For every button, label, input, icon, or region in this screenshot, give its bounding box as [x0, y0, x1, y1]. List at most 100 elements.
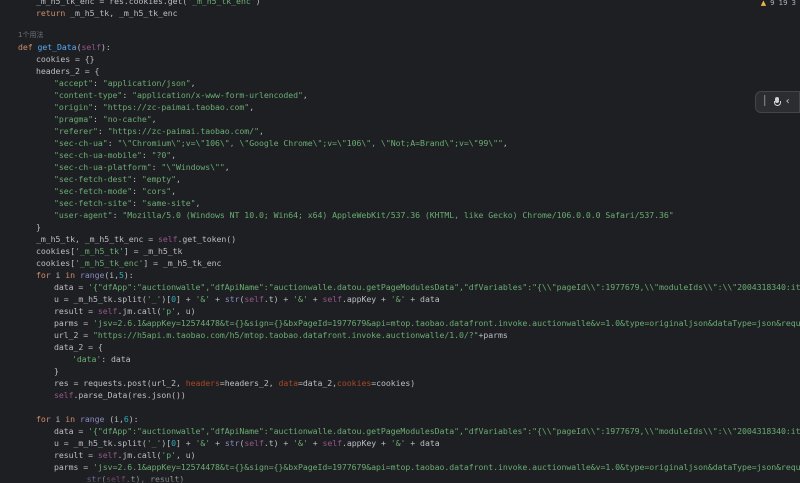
code-line[interactable]: u = _m_h5_tk.split('_')[0] + '&' + str(s…: [54, 293, 440, 305]
code-line[interactable]: parms = 'jsv=2.6.1&appKey=12574478&t={}&…: [54, 461, 800, 473]
code-token: .jm.call(: [117, 306, 162, 316]
code-token: '_': [146, 438, 162, 448]
code-token: =cookies): [371, 378, 416, 388]
code-token: headers: [185, 378, 220, 388]
code-token: "sec-ch-ua-mobile": [54, 150, 142, 160]
code-token: '_m_h5_tk': [75, 246, 124, 256]
code-token: + data: [405, 438, 440, 448]
code-token: 'jsv=2.6.1&appKey=12574478&t={}&sign={}&…: [93, 318, 800, 328]
code-token: =data_2,: [298, 378, 338, 388]
code-token: .appKey +: [341, 438, 391, 448]
code-token: ] = _m_h5_tk_enc: [143, 258, 222, 268]
code-line[interactable]: return _m_h5_tk, _m_h5_tk_enc: [36, 7, 178, 19]
code-editor[interactable]: ▲ 9 19 3 1个用法 _m_h5_tk_enc = res.cookies…: [0, 0, 800, 483]
code-token: '&': [293, 294, 308, 304]
code-token: range: [79, 414, 110, 424]
code-line[interactable]: cookies['_m_h5_tk_enc'] = _m_h5_tk_enc: [36, 257, 221, 269]
code-line[interactable]: "origin": "https://zc-paimai.taobao.com"…: [54, 101, 254, 113]
code-token: }: [54, 366, 59, 376]
code-token: )[: [161, 438, 172, 448]
code-line[interactable]: result = self.jm.call('p', u): [54, 305, 196, 317]
code-line[interactable]: u = _m_h5_tk.split('_')[0] + '&' + str(s…: [54, 437, 440, 449]
code-token: :: [132, 186, 142, 196]
code-token: self: [81, 42, 101, 52]
code-token: self: [106, 474, 126, 483]
code-token: result =: [54, 450, 98, 460]
code-line[interactable]: result = self.jm.call('p', u): [54, 449, 196, 461]
code-token: :: [132, 174, 142, 184]
code-token: i: [55, 414, 66, 424]
code-token: cookies[: [36, 246, 76, 256]
code-line[interactable]: str(self.t), result): [72, 473, 185, 483]
code-token: data =: [54, 426, 89, 436]
code-line[interactable]: "sec-fetch-site": "same-site",: [54, 197, 200, 209]
code-line[interactable]: "user-agent": "Mozilla/5.0 (Windows NT 1…: [54, 209, 674, 221]
code-token: _m_h5_tk, _m_h5_tk_enc: [70, 8, 178, 18]
code-token: ,: [171, 186, 177, 196]
code-line[interactable]: }: [54, 365, 59, 377]
code-line[interactable]: url_2 = "https://h5api.m.taobao.com/h5/m…: [54, 329, 508, 341]
code-token: :: [151, 162, 162, 172]
code-line[interactable]: "content-type": "application/x-www-form-…: [54, 89, 308, 101]
more-icon[interactable]: ‹: [786, 97, 790, 107]
code-token: parms =: [54, 462, 94, 472]
code-token: ,: [502, 138, 508, 148]
usage-hint[interactable]: 1个用法: [18, 30, 43, 40]
code-token: "same-site": [141, 198, 196, 208]
code-token: "content-type": [54, 90, 123, 100]
code-line[interactable]: "sec-fetch-dest": "empty",: [54, 173, 181, 185]
code-token: +: [210, 294, 225, 304]
code-line[interactable]: res = requests.post(url_2, headers=heade…: [54, 377, 415, 389]
code-token: '_m_h5_tk_enc': [187, 0, 256, 6]
code-token: '&': [390, 438, 406, 448]
code-line[interactable]: _m_h5_tk_enc = res.cookies.get('_m_h5_tk…: [36, 0, 261, 7]
code-line[interactable]: cookies = {}: [36, 53, 95, 65]
code-line[interactable]: "sec-ch-ua-platform": "\"Windows\"",: [54, 161, 230, 173]
code-token: self: [322, 438, 342, 448]
code-line[interactable]: cookies['_m_h5_tk'] = _m_h5_tk: [36, 245, 182, 257]
code-line[interactable]: headers_2 = {: [36, 65, 99, 77]
code-token: : data: [101, 354, 131, 364]
code-line[interactable]: data_2 = {: [54, 341, 103, 353]
code-token: '&': [390, 294, 406, 304]
code-token: "\"Chromium\";v=\"106\", \"Google Chrome…: [117, 138, 503, 148]
code-line[interactable]: "pragma": "no-cache",: [54, 113, 157, 125]
code-token: , u): [176, 306, 196, 316]
code-line[interactable]: for i in range (i,6):: [36, 413, 139, 425]
code-line[interactable]: }: [36, 221, 41, 233]
code-token: +: [307, 438, 323, 448]
code-token: "pragma": [54, 114, 94, 124]
inspection-widget[interactable]: ▲ 9 19 3: [757, 0, 800, 8]
code-token: '{"dfApp":"auctionwalle","dfApiName":"au…: [88, 282, 800, 292]
code-line[interactable]: self.parse_Data(res.json()): [54, 389, 186, 401]
code-line[interactable]: def get_Data(self):: [18, 41, 111, 53]
code-line[interactable]: "sec-ch-ua-mobile": "?0",: [54, 149, 176, 161]
code-token: str: [224, 438, 240, 448]
code-token: u = _m_h5_tk.split(: [54, 438, 147, 448]
code-token: data: [278, 378, 298, 388]
code-line[interactable]: "sec-ch-ua": "\"Chromium\";v=\"106\", \"…: [54, 137, 508, 149]
code-token: :: [112, 210, 123, 220]
code-token: '{"dfApp":"auctionwalle","dfApiName":"au…: [88, 426, 800, 436]
code-line[interactable]: "accept": "application/json",: [54, 77, 196, 89]
code-token: "sec-ch-ua-platform": [54, 162, 152, 172]
code-token: '_m_h5_tk_enc': [75, 258, 144, 268]
code-line[interactable]: parms = 'jsv=2.6.1&appKey=12574478&t={}&…: [54, 317, 800, 329]
code-token: _m_h5_tk, _m_h5_tk_enc =: [36, 234, 158, 244]
code-line[interactable]: data = '{"dfApp":"auctionwalle","dfApiNa…: [54, 281, 800, 293]
code-line[interactable]: _m_h5_tk, _m_h5_tk_enc = self.get_token(…: [36, 233, 236, 245]
code-line[interactable]: for i in range(i,5):: [36, 269, 134, 281]
cursor-icon[interactable]: ⏐: [762, 97, 768, 107]
code-line[interactable]: "sec-fetch-mode": "cors",: [54, 185, 176, 197]
code-line[interactable]: 'data': data: [72, 353, 131, 365]
code-token: "https://zc-paimai.taobao.com/": [107, 126, 259, 136]
floating-toolbar[interactable]: ⏐ ‹: [755, 91, 800, 113]
code-line[interactable]: data = '{"dfApp":"auctionwalle","dfApiNa…: [54, 425, 800, 437]
code-token: self: [244, 294, 264, 304]
code-token: :: [93, 102, 103, 112]
code-token: "sec-ch-ua": [54, 138, 108, 148]
code-token: +: [307, 294, 323, 304]
code-line[interactable]: "referer": "https://zc-paimai.taobao.com…: [54, 125, 264, 137]
microphone-icon[interactable]: [773, 97, 781, 107]
